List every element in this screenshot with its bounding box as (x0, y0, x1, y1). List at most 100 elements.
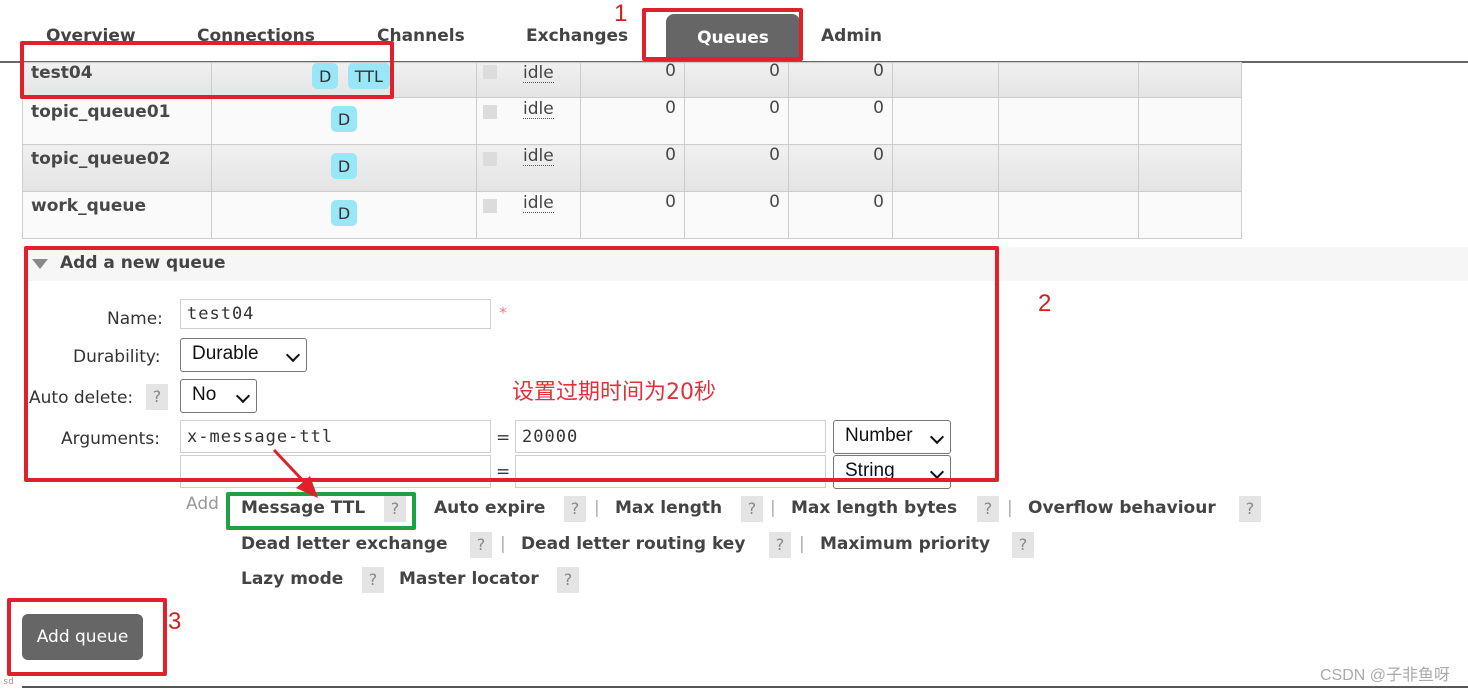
unacked-count: 0 (684, 191, 789, 239)
shortcut-overflow-behaviour[interactable]: Overflow behaviour (1028, 498, 1216, 518)
table-row[interactable]: test04 D TTL idle 0 0 0 (22, 61, 1242, 98)
durable-badge: D (330, 106, 358, 132)
incoming-rate (892, 191, 999, 239)
durability-label: Durability: (73, 347, 161, 367)
help-icon[interactable]: ? (769, 532, 791, 558)
deliver-rate (998, 97, 1139, 145)
argument-key-input-2[interactable] (180, 455, 491, 488)
table-row[interactable]: work_queue D idle 0 0 0 (22, 191, 1242, 239)
argument-type-select-2[interactable]: String (833, 455, 951, 489)
help-icon[interactable]: ? (1239, 496, 1261, 522)
chevron-down-icon (285, 347, 301, 363)
queues-table: test04 D TTL idle 0 0 0 topic_queue01 D … (22, 61, 1242, 239)
name-input[interactable] (180, 299, 491, 329)
shortcut-master-locator[interactable]: Master locator (399, 569, 539, 589)
add-queue-button[interactable]: Add queue (22, 614, 143, 660)
durability-select[interactable]: Durable (180, 338, 307, 372)
state-label: idle (523, 146, 554, 166)
help-icon[interactable]: ? (470, 532, 492, 558)
annotation-step-2: 2 (1038, 290, 1052, 317)
argument-value-input[interactable] (515, 420, 826, 453)
ready-count: 0 (580, 97, 685, 145)
queue-features: D (211, 97, 477, 145)
incoming-rate (892, 144, 999, 192)
tab-admin[interactable]: Admin (821, 26, 882, 46)
shortcut-dead-letter-exchange[interactable]: Dead letter exchange (241, 534, 448, 554)
table-row[interactable]: topic_queue02 D idle 0 0 0 (22, 144, 1242, 192)
help-icon[interactable]: ? (557, 567, 579, 593)
add-queue-title[interactable]: Add a new queue (60, 253, 226, 273)
durable-badge: D (312, 63, 339, 89)
ttl-badge: TTL (347, 63, 390, 89)
total-count: 0 (788, 191, 893, 239)
ready-count: 0 (580, 191, 685, 239)
queue-state: idle (476, 191, 581, 239)
shortcut-max-length[interactable]: Max length (615, 498, 722, 518)
queue-name-link[interactable]: work_queue (22, 191, 212, 239)
annotation-arrow-icon (272, 448, 318, 498)
annotation-note: 设置过期时间为20秒 (512, 380, 716, 405)
auto-delete-select[interactable]: No (180, 379, 257, 413)
separator: | (799, 534, 805, 554)
incoming-rate (892, 97, 999, 145)
table-row[interactable]: topic_queue01 D idle 0 0 0 (22, 97, 1242, 145)
help-icon[interactable]: ? (741, 496, 763, 522)
separator: | (770, 498, 776, 518)
help-icon[interactable]: ? (1012, 532, 1034, 558)
ack-rate (1138, 97, 1242, 145)
state-label: idle (523, 63, 554, 83)
argument-type-select[interactable]: Number (833, 420, 951, 454)
equals-sign: = (496, 462, 511, 482)
state-square-icon (483, 152, 497, 166)
state-square-icon (483, 105, 497, 119)
tab-connections[interactable]: Connections (197, 26, 315, 46)
shortcut-max-length-bytes[interactable]: Max length bytes (791, 498, 957, 518)
auto-delete-help-icon[interactable]: ? (146, 384, 168, 410)
separator: | (1007, 498, 1013, 518)
separator: | (500, 534, 506, 554)
watermark: CSDN @子非鱼呀 (1319, 667, 1450, 684)
shortcut-lazy-mode[interactable]: Lazy mode (241, 569, 343, 589)
help-icon[interactable]: ? (384, 496, 406, 522)
collapse-triangle-icon[interactable] (32, 259, 48, 269)
tab-overview[interactable]: Overview (46, 26, 136, 46)
footer-divider (22, 686, 1468, 688)
separator: | (594, 498, 600, 518)
queue-name-link[interactable]: topic_queue02 (22, 144, 212, 192)
argument-key-input[interactable] (180, 420, 491, 453)
add-queue-section-header[interactable] (24, 247, 1468, 281)
ack-rate (1138, 62, 1242, 98)
queue-name-link[interactable]: topic_queue01 (22, 97, 212, 145)
name-label: Name: (107, 309, 163, 329)
queue-name-link[interactable]: test04 (22, 62, 212, 98)
shortcut-maximum-priority[interactable]: Maximum priority (820, 534, 990, 554)
ack-rate (1138, 144, 1242, 192)
top-nav: Overview Connections Channels Exchanges … (0, 0, 1468, 63)
deliver-rate (998, 62, 1139, 98)
add-shortcuts-label: Add (186, 494, 219, 514)
annotation-step-1: 1 (614, 0, 628, 27)
help-icon[interactable]: ? (564, 496, 586, 522)
shortcut-dead-letter-routing-key[interactable]: Dead letter routing key (521, 534, 745, 554)
tab-exchanges[interactable]: Exchanges (526, 26, 628, 46)
state-square-icon (483, 65, 497, 79)
unacked-count: 0 (684, 97, 789, 145)
deliver-rate (998, 144, 1139, 192)
help-icon[interactable]: ? (362, 567, 384, 593)
chevron-down-icon (929, 464, 945, 480)
equals-sign: = (496, 428, 511, 448)
arguments-label: Arguments: (61, 429, 160, 449)
tab-queues[interactable]: Queues (666, 14, 800, 62)
tab-channels[interactable]: Channels (377, 26, 465, 46)
ack-rate (1138, 191, 1242, 239)
total-count: 0 (788, 61, 893, 98)
durable-badge: D (330, 200, 358, 226)
help-icon[interactable]: ? (977, 496, 999, 522)
shortcut-auto-expire[interactable]: Auto expire (434, 498, 545, 518)
argument-value-input-2[interactable] (515, 455, 826, 488)
shortcut-message-ttl[interactable]: Message TTL (241, 498, 365, 518)
queue-features: D TTL (211, 62, 477, 98)
queue-state: idle (476, 62, 581, 98)
footer-tiny-text: sd (3, 677, 14, 687)
auto-delete-label: Auto delete: (29, 388, 134, 408)
